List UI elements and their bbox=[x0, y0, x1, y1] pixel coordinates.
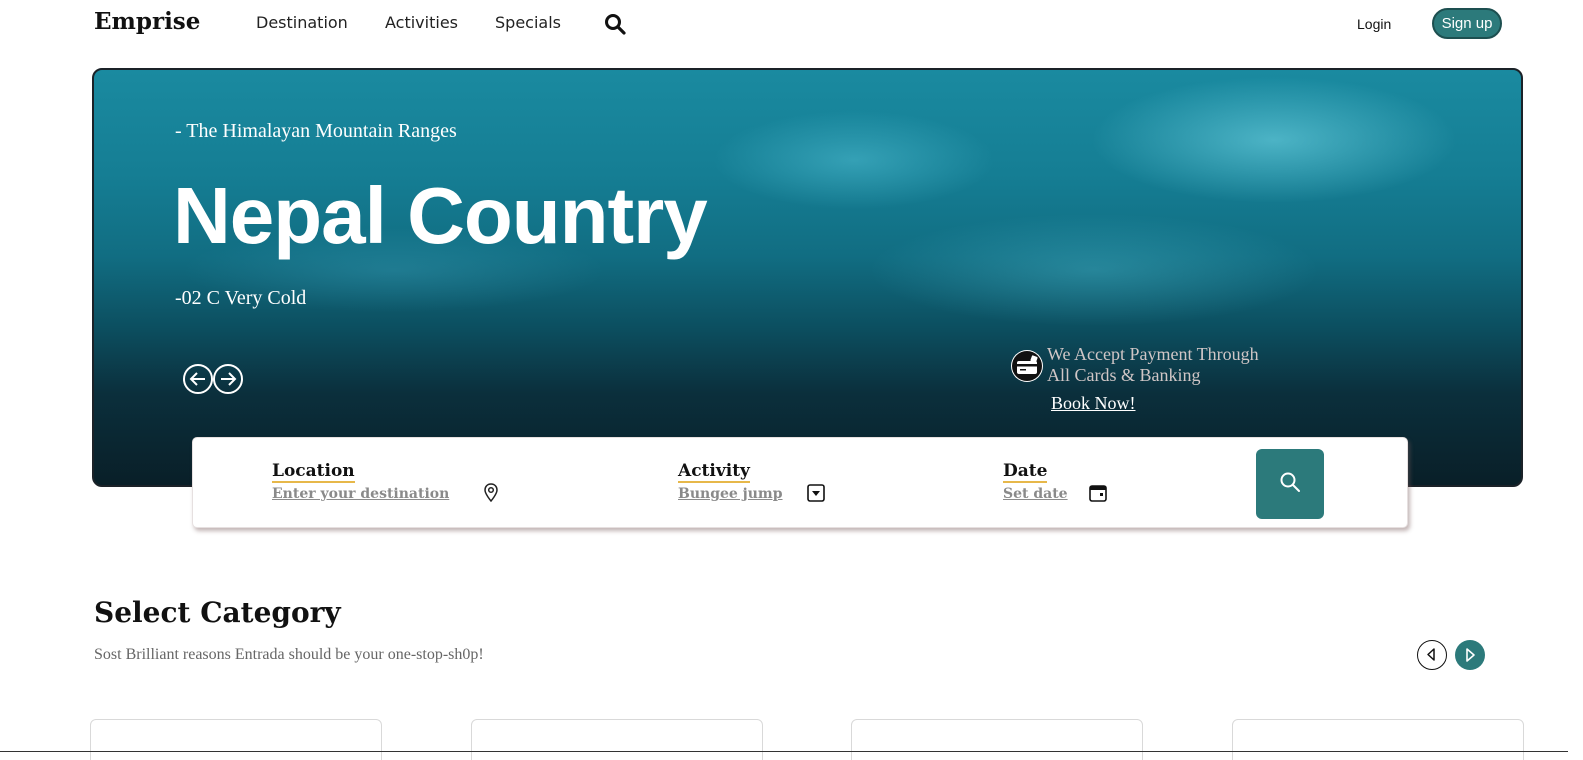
taskbar-edge bbox=[0, 751, 1583, 752]
payment-line-2: All Cards & Banking bbox=[1047, 365, 1201, 385]
payment-line-1: We Accept Payment Through bbox=[1047, 344, 1259, 364]
dropdown-icon[interactable] bbox=[805, 482, 827, 504]
nav-link-activities[interactable]: Activities bbox=[385, 13, 458, 32]
top-navbar: Emprise Destination Activities Specials … bbox=[0, 0, 1583, 48]
book-now-link[interactable]: Book Now! bbox=[1051, 393, 1136, 414]
map-pin-icon[interactable] bbox=[480, 482, 502, 504]
category-card[interactable] bbox=[471, 719, 763, 760]
chevron-left-icon[interactable] bbox=[1417, 640, 1447, 670]
login-link[interactable]: Login bbox=[1357, 16, 1391, 32]
arrow-right-icon[interactable] bbox=[213, 364, 243, 394]
date-input[interactable]: Set date bbox=[1003, 486, 1068, 502]
arrow-left-icon[interactable] bbox=[183, 364, 213, 394]
search-icon bbox=[1279, 471, 1301, 498]
payment-info: We Accept Payment Through All Cards & Ba… bbox=[1047, 344, 1259, 386]
category-subtitle: Sost Brilliant reasons Entrada should be… bbox=[94, 646, 484, 663]
date-label: Date bbox=[1003, 461, 1048, 483]
search-icon[interactable] bbox=[603, 12, 627, 36]
location-input[interactable]: Enter your destination bbox=[272, 486, 449, 502]
nav-link-specials[interactable]: Specials bbox=[495, 13, 561, 32]
hero-subtitle: - The Himalayan Mountain Ranges bbox=[175, 120, 457, 142]
nav-link-destination[interactable]: Destination bbox=[256, 13, 348, 32]
location-label: Location bbox=[272, 461, 355, 483]
search-panel: Location Enter your destination Activity… bbox=[192, 437, 1408, 528]
hero-temperature: -02 C Very Cold bbox=[175, 287, 307, 309]
hero-title: Nepal Country bbox=[173, 171, 708, 260]
credit-card-icon bbox=[1011, 350, 1043, 382]
activity-label: Activity bbox=[678, 461, 750, 483]
search-submit-button[interactable] bbox=[1256, 449, 1324, 519]
category-card[interactable] bbox=[851, 719, 1143, 760]
activity-select[interactable]: Bungee jump bbox=[678, 486, 783, 502]
brand-logo[interactable]: Emprise bbox=[94, 8, 200, 35]
category-card[interactable] bbox=[1232, 719, 1524, 760]
hero-banner: - The Himalayan Mountain Ranges Nepal Co… bbox=[92, 68, 1523, 487]
calendar-icon[interactable] bbox=[1087, 482, 1109, 504]
category-title: Select Category bbox=[94, 596, 341, 629]
chevron-right-icon[interactable] bbox=[1455, 640, 1485, 670]
signup-button[interactable]: Sign up bbox=[1432, 8, 1502, 39]
scrollbar[interactable] bbox=[1568, 0, 1583, 760]
category-card[interactable] bbox=[90, 719, 382, 760]
